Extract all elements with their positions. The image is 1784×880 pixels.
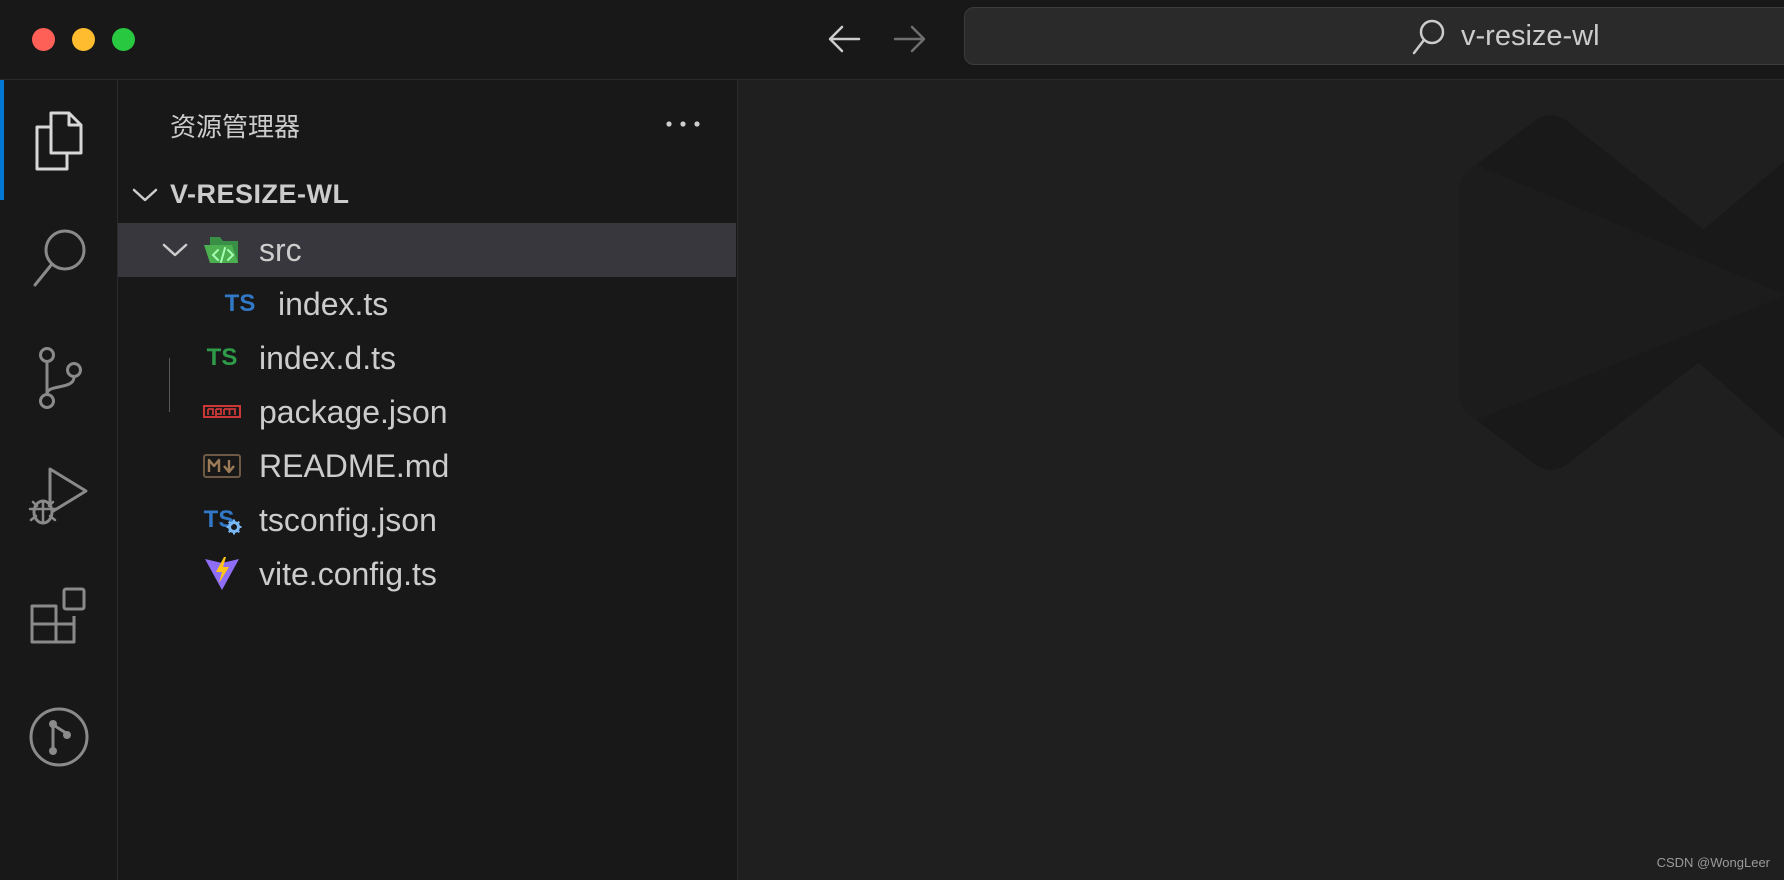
watermark-credit: CSDN @WongLeer <box>1656 855 1770 870</box>
ellipsis-icon <box>666 121 700 127</box>
vite-icon <box>202 557 242 591</box>
activity-explorer[interactable] <box>18 100 100 182</box>
markdown-icon <box>202 449 242 483</box>
tree-file-readme-md[interactable]: README.md <box>118 439 736 493</box>
activity-search[interactable] <box>18 217 100 299</box>
window-close-button[interactable] <box>32 28 55 51</box>
tree-file-tsconfig-json[interactable]: TS tsconfig.json <box>118 493 736 547</box>
tree-item-label: package.json <box>259 394 448 430</box>
arrow-left-icon <box>828 25 861 53</box>
title-bar: v-resize-wl <box>0 0 1784 80</box>
arrow-right-icon <box>893 25 926 53</box>
tree-file-vite-config-ts[interactable]: vite.config.ts <box>118 547 736 601</box>
tree-item-label: tsconfig.json <box>259 502 437 538</box>
window-maximize-button[interactable] <box>112 28 135 51</box>
chevron-down-icon <box>132 188 158 202</box>
chevron-down-icon <box>162 243 188 257</box>
tree-folder-src[interactable]: src <box>118 223 736 277</box>
tree-file-package-json[interactable]: package.json <box>118 385 736 439</box>
command-center-search[interactable]: v-resize-wl <box>964 7 1784 65</box>
vscode-watermark-logo <box>1458 115 1784 470</box>
tree-item-label: index.d.ts <box>259 340 396 376</box>
tree-item-label: README.md <box>259 448 450 484</box>
files-icon <box>35 111 83 171</box>
activity-source-control[interactable] <box>18 337 100 419</box>
active-indicator <box>0 80 4 200</box>
run-debug-icon <box>28 467 88 525</box>
folder-src-icon <box>202 233 242 267</box>
tree-file-index-d-ts[interactable]: TS index.d.ts <box>118 331 736 385</box>
source-control-icon <box>39 347 82 409</box>
activity-run-debug[interactable] <box>18 456 100 538</box>
activity-bar <box>0 80 118 880</box>
tree-item-label: index.ts <box>278 286 389 322</box>
search-icon <box>1412 19 1445 55</box>
editor-area: CSDN @WongLeer <box>738 80 1784 880</box>
search-icon <box>33 229 86 287</box>
activity-extensions[interactable] <box>18 576 100 658</box>
workspace-folder-name: V-RESIZE-WL <box>170 179 350 209</box>
typescript-icon: TS <box>224 290 256 317</box>
tree-item-label: vite.config.ts <box>259 556 437 592</box>
navigate-back-button[interactable] <box>822 17 866 61</box>
tsconfig-icon: TS <box>202 503 242 537</box>
tree-item-label: src <box>259 232 302 268</box>
more-actions-button[interactable] <box>658 106 708 142</box>
npm-icon <box>202 395 242 429</box>
navigate-forward-button[interactable] <box>888 17 932 61</box>
activity-remote-explorer[interactable] <box>18 696 100 778</box>
sidebar-title: 资源管理器 <box>170 113 301 143</box>
typescript-def-icon: TS <box>206 344 238 371</box>
extensions-icon <box>30 587 86 644</box>
search-text: v-resize-wl <box>1461 20 1600 52</box>
remote-explorer-icon <box>29 707 89 767</box>
tree-file-index-ts[interactable]: TS index.ts <box>118 277 736 331</box>
workspace-folder-header[interactable]: V-RESIZE-WL <box>118 174 738 218</box>
window-minimize-button[interactable] <box>72 28 95 51</box>
explorer-sidebar: 资源管理器 V-RESIZE-WL src TS index.ts TS ind… <box>118 80 738 880</box>
